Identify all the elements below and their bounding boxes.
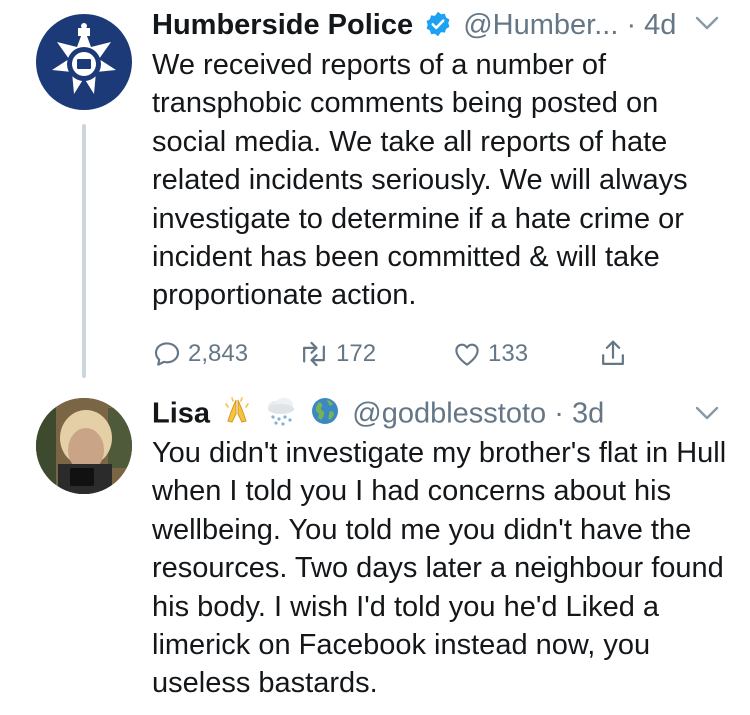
police-avatar[interactable]: [36, 14, 132, 110]
profile-photo: [36, 398, 132, 494]
share-button[interactable]: [598, 334, 634, 374]
handle[interactable]: @godblesstoto: [352, 398, 546, 430]
retweet-icon: [303, 341, 325, 367]
thread-connector-line: [82, 124, 86, 378]
folded-hands-icon: [222, 396, 252, 434]
cloud-with-snow-icon: [264, 396, 298, 434]
separator-dot: ·: [626, 9, 637, 41]
retweet-count: 172: [336, 340, 377, 367]
separator-dot: ·: [554, 397, 564, 430]
retweet-button[interactable]: 172: [298, 334, 376, 374]
like-count: 133: [488, 340, 529, 367]
verified-badge-icon: [424, 10, 452, 46]
share-icon: [602, 340, 624, 365]
timestamp[interactable]: 3d: [572, 398, 604, 430]
tweet-actions: 2,843 172 133: [152, 334, 652, 374]
tweet-text: You didn't investigate my brother's flat…: [152, 437, 727, 700]
tweet-header: Humberside Police @Humber... · 4d: [152, 8, 676, 46]
user-avatar[interactable]: [36, 398, 132, 494]
display-name[interactable]: Lisa: [152, 398, 210, 430]
display-name[interactable]: Humberside Police: [152, 9, 413, 41]
police-star-badge-icon: [52, 23, 116, 94]
chevron-down-icon[interactable]: [694, 14, 720, 37]
handle[interactable]: @Humber...: [463, 9, 618, 41]
tweet-header: Lisa @godblesstoto · 3d: [152, 396, 604, 434]
tweet-text: We received reports of a number of trans…: [152, 49, 688, 312]
chevron-down-icon[interactable]: [694, 404, 720, 427]
heart-icon: [455, 343, 479, 366]
reply-icon: [154, 342, 180, 366]
timestamp[interactable]: 4d: [644, 9, 676, 41]
globe-icon: [310, 396, 340, 434]
reply-button[interactable]: 2,843: [152, 334, 248, 374]
reply-count: 2,843: [188, 340, 249, 367]
like-button[interactable]: 133: [452, 334, 528, 374]
